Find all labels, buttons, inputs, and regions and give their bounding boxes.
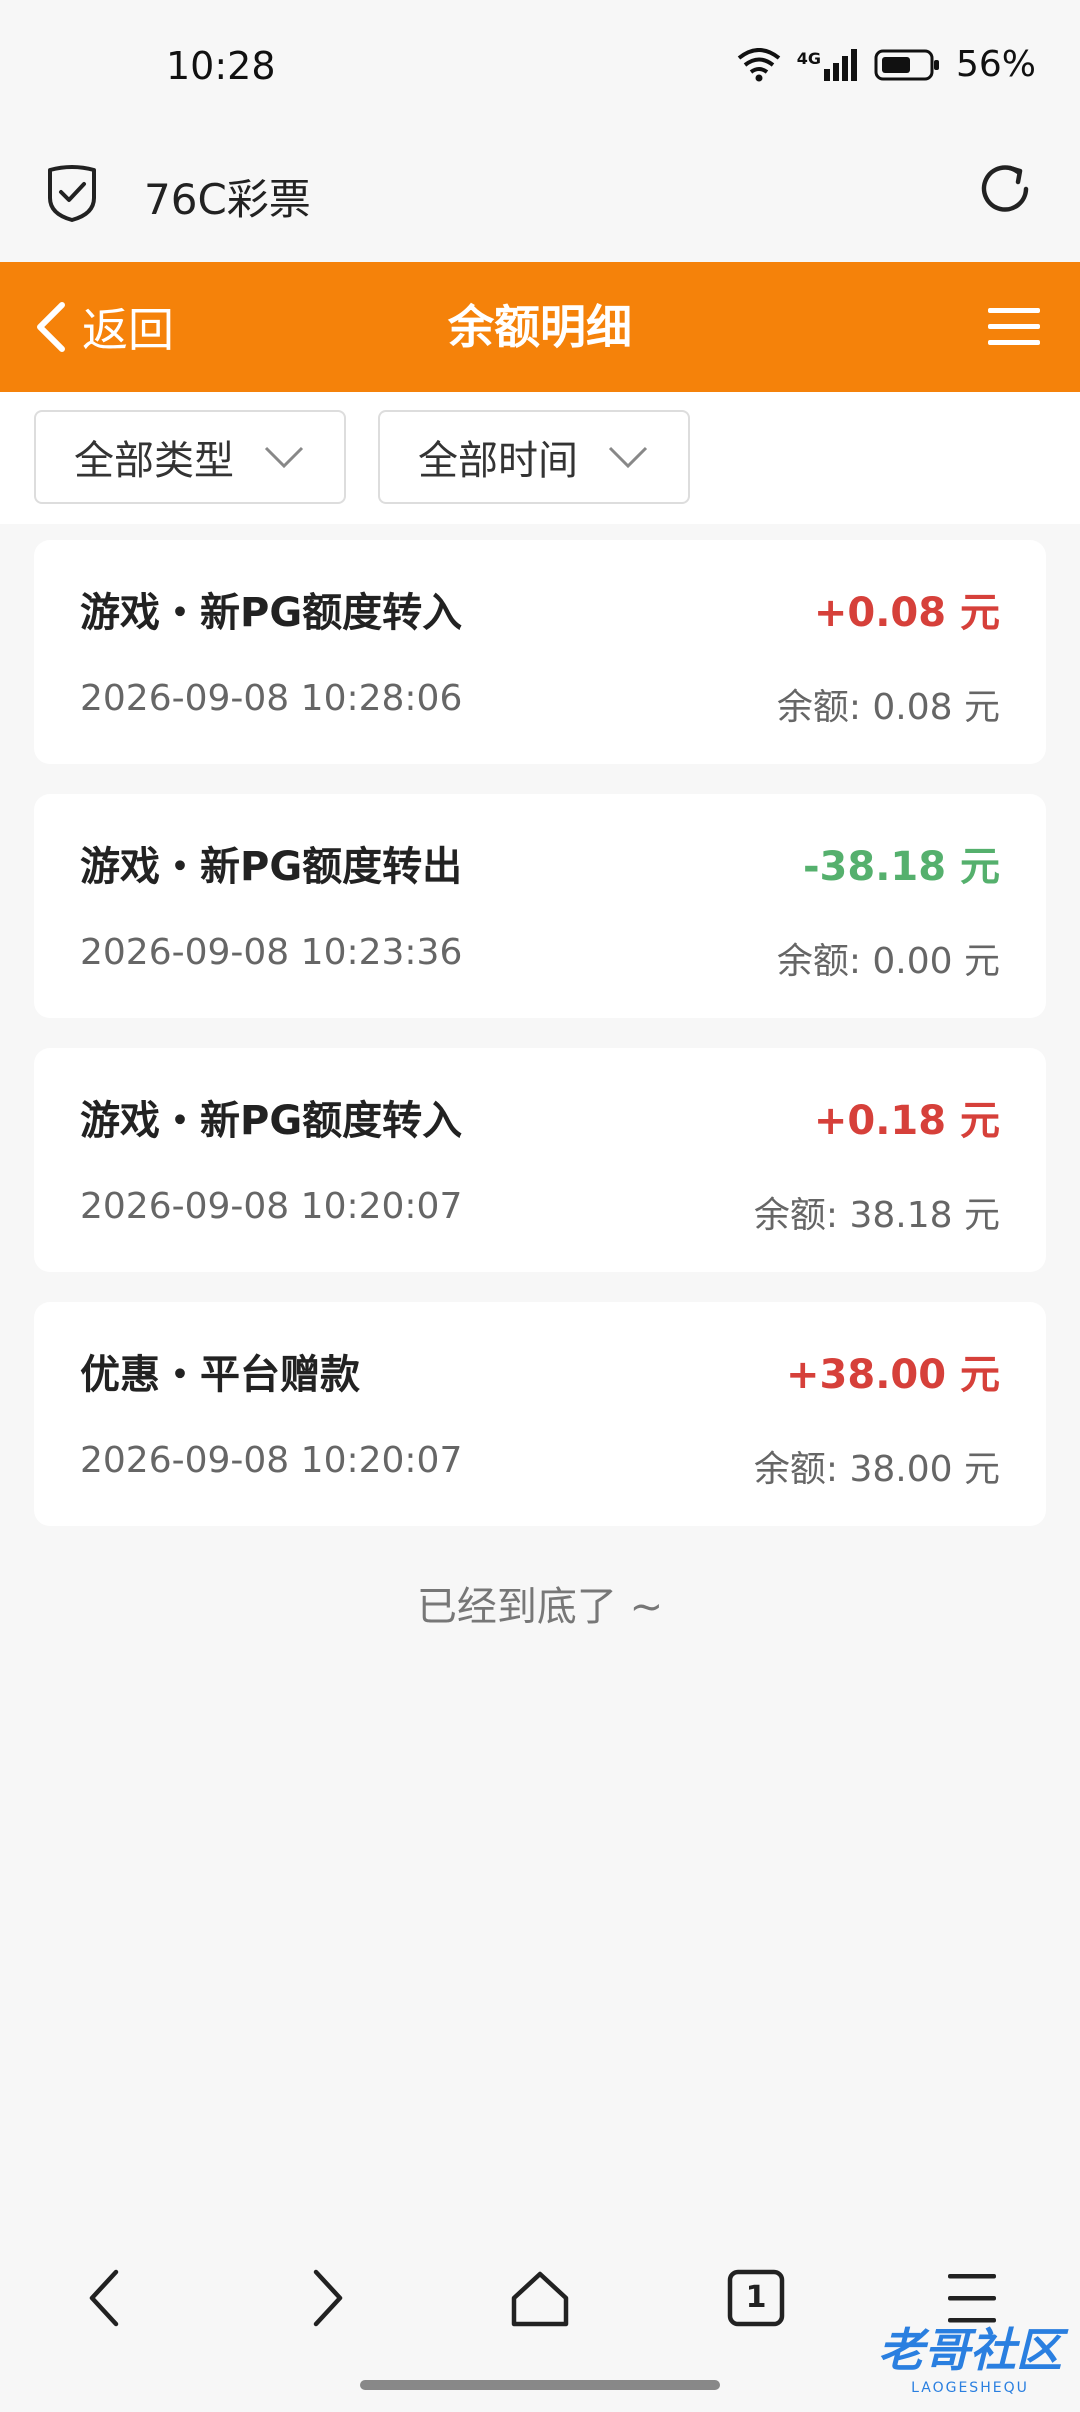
battery-level: 56% xyxy=(955,44,1036,85)
tabs-count: 1 xyxy=(745,2280,767,2315)
network-label: 4G xyxy=(796,48,821,68)
record-time: 2026-09-08 10:20:07 xyxy=(80,1440,463,1481)
type-filter-value: 全部类型 xyxy=(74,438,234,484)
page-title: 余额明细 xyxy=(448,300,632,354)
network-indicator: 4G xyxy=(796,48,858,81)
refresh-icon[interactable] xyxy=(976,160,1034,218)
status-time: 10:28 xyxy=(166,44,276,88)
record-amount: +0.18 元 xyxy=(813,1098,1000,1144)
list-item[interactable]: 游戏・新PG额度转入 +0.08 元 2026-09-08 10:28:06 余… xyxy=(34,540,1046,764)
battery-icon xyxy=(874,49,939,80)
record-title: 游戏・新PG额度转入 xyxy=(80,1098,463,1144)
record-time: 2026-09-08 10:20:07 xyxy=(80,1186,463,1227)
status-icons: 4G 56% xyxy=(737,44,1036,85)
wifi-icon xyxy=(737,47,780,81)
end-of-list-text: 已经到底了 ~ xyxy=(416,1584,664,1630)
browser-title[interactable]: 76C彩票 xyxy=(144,166,311,227)
watermark-main: 老哥社区 xyxy=(878,2323,1062,2377)
watermark-logo: 老哥社区 LAOGESHEQU xyxy=(878,2314,1062,2396)
balance-record-list: 游戏・新PG额度转入 +0.08 元 2026-09-08 10:28:06 余… xyxy=(34,540,1046,1556)
status-bar: 10:28 4G 56% xyxy=(0,0,1080,138)
record-title: 游戏・新PG额度转入 xyxy=(80,590,463,636)
record-balance: 余额: 38.00 元 xyxy=(753,1449,1000,1490)
list-item[interactable]: 游戏・新PG额度转入 +0.18 元 2026-09-08 10:20:07 余… xyxy=(34,1048,1046,1272)
hamburger-menu-icon[interactable] xyxy=(986,302,1042,352)
tabs-button[interactable]: 1 xyxy=(716,2258,796,2338)
record-balance: 余额: 0.08 元 xyxy=(776,687,1000,728)
record-time: 2026-09-08 10:23:36 xyxy=(80,932,463,973)
record-time: 2026-09-08 10:28:06 xyxy=(80,678,463,719)
record-amount: +0.08 元 xyxy=(813,590,1000,636)
gesture-bar[interactable] xyxy=(360,2380,720,2390)
record-title: 优惠・平台赠款 xyxy=(80,1352,360,1398)
chevron-down-icon xyxy=(264,446,304,469)
app-header: 返回 余额明细 xyxy=(0,262,1080,392)
forward-arrow-icon[interactable] xyxy=(284,2258,364,2338)
time-filter-value: 全部时间 xyxy=(418,438,578,484)
record-balance: 余额: 0.00 元 xyxy=(776,941,1000,982)
type-filter-dropdown[interactable]: 全部类型 xyxy=(34,410,346,504)
home-icon[interactable] xyxy=(500,2258,580,2338)
record-amount: -38.18 元 xyxy=(802,844,1000,890)
record-balance: 余额: 38.18 元 xyxy=(753,1195,1000,1236)
browser-bar: 76C彩票 xyxy=(0,138,1080,262)
signal-icon xyxy=(823,48,857,81)
list-item[interactable]: 游戏・新PG额度转出 -38.18 元 2026-09-08 10:23:36 … xyxy=(34,794,1046,1018)
back-arrow-icon[interactable] xyxy=(68,2258,148,2338)
chevron-down-icon xyxy=(608,446,648,469)
record-amount: +38.00 元 xyxy=(786,1352,1000,1398)
filter-bar: 全部类型 全部时间 xyxy=(0,392,1080,524)
shield-icon[interactable] xyxy=(44,162,100,222)
time-filter-dropdown[interactable]: 全部时间 xyxy=(378,410,690,504)
watermark-sub: LAOGESHEQU xyxy=(911,2380,1029,2396)
record-title: 游戏・新PG额度转出 xyxy=(80,844,463,890)
list-item[interactable]: 优惠・平台赠款 +38.00 元 2026-09-08 10:20:07 余额:… xyxy=(34,1302,1046,1526)
